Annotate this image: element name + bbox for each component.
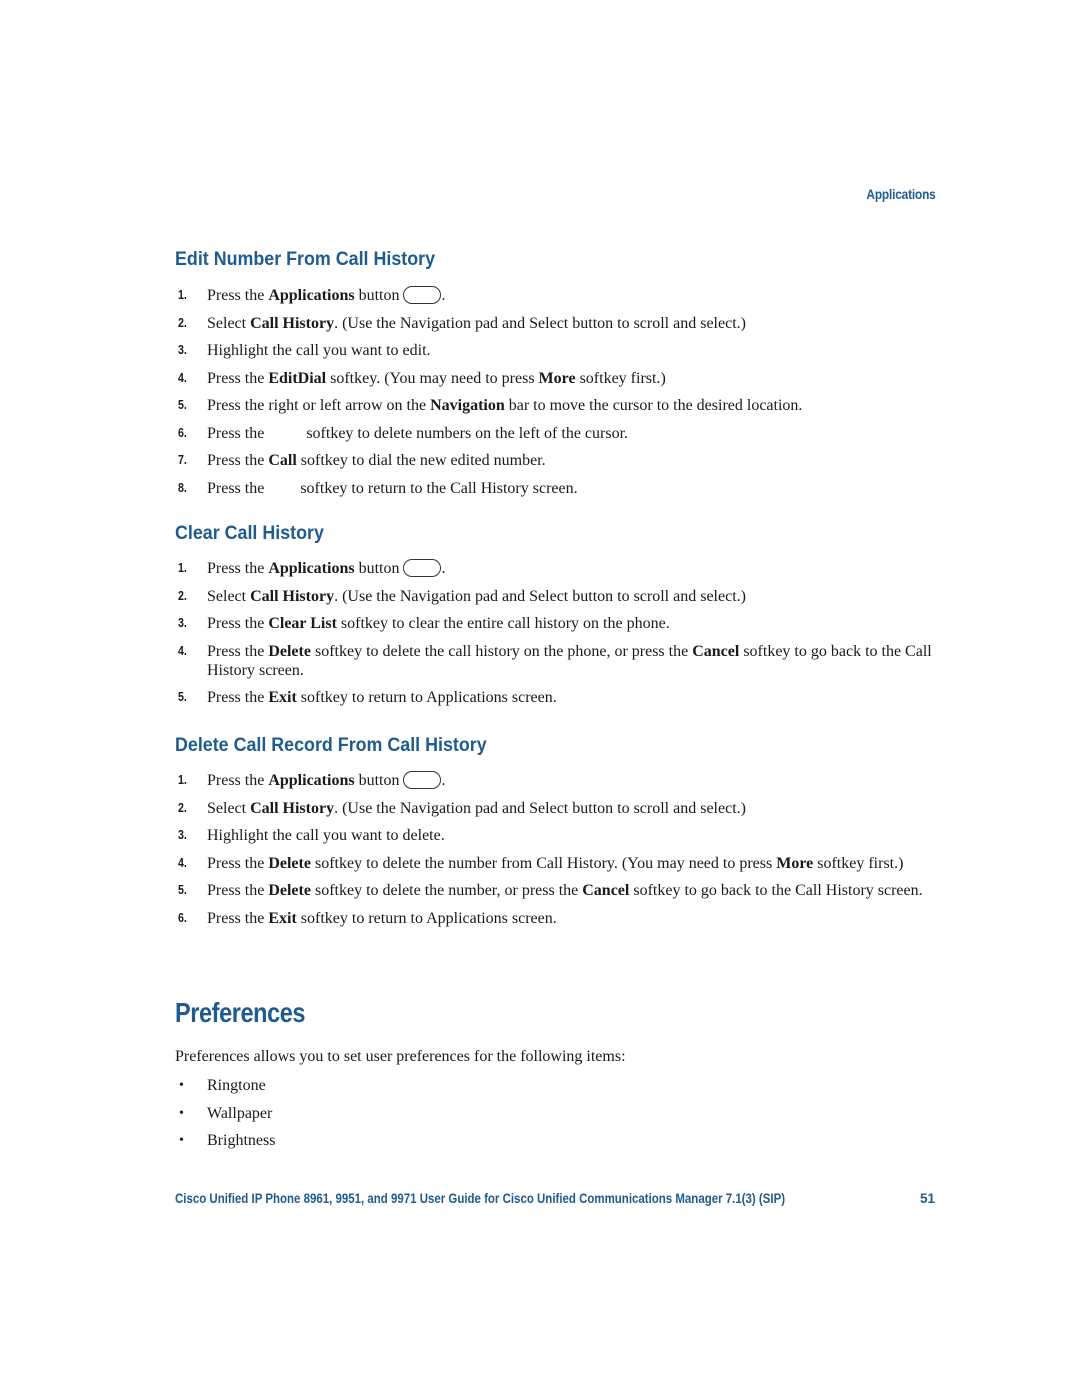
applications-button-icon	[403, 559, 442, 577]
applications-button-icon	[403, 771, 442, 789]
step-item: 6. Press the Exit softkey to return to Ap…	[178, 909, 557, 927]
step-item: 5. Press the Exit softkey to return to Ap…	[178, 689, 557, 706]
steps-list-edit-number: 1. Press the Applications button. 2. Selec…	[175, 286, 945, 506]
bullet-icon: •	[179, 1105, 184, 1121]
list-item: • Brightness	[179, 1132, 276, 1149]
page-footer: Cisco Unified IP Phone 8961, 9951, and 9…	[175, 1191, 937, 1206]
preferences-intro: Preferences allows you to set user prefe…	[175, 1048, 626, 1065]
step-item: 5. Press the Delete softkey to delete the…	[178, 882, 923, 899]
applications-button-icon	[403, 286, 442, 304]
step-item: 1. Press the Applications button.	[178, 771, 446, 789]
step-item: 2. Select Call History. (Use the Navigati…	[178, 587, 746, 605]
step-item: 1. Press the Applications button.	[178, 559, 446, 577]
step-item: 3. Highlight the call you want to delete.	[178, 827, 445, 844]
step-item: 1. Press the Applications button.	[178, 286, 446, 304]
step-item: 8. Press the softkey to return to the Cal…	[178, 479, 578, 497]
footer-title: Cisco Unified IP Phone 8961, 9951, and 9…	[175, 1191, 786, 1206]
step-item: 6. Press the softkey to delete numbers on…	[178, 424, 629, 442]
step-item: 2. Select Call History. (Use the Navigati…	[178, 799, 746, 817]
step-item: 7. Press the Call softkey to dial the new…	[178, 452, 546, 469]
list-item: • Wallpaper	[179, 1104, 273, 1122]
list-item: • Ringtone	[179, 1077, 266, 1094]
section-heading-preferences: Preferences	[175, 997, 306, 1028]
steps-list-clear-call-history: 1. Press the Applications button. 2. Selec…	[175, 559, 945, 716]
bullet-icon: •	[179, 1078, 184, 1093]
step-item: 4. Press the EditDial softkey. (You may n…	[178, 369, 666, 387]
section-heading-clear-call-history: Clear Call History	[175, 523, 324, 544]
step-item: 4. Press the Delete softkey to delete the…	[178, 642, 932, 679]
preferences-items-list: • Ringtone • Wallpaper • Brightness	[175, 1076, 275, 1159]
step-item: 5. Press the right or left arrow on the N…	[178, 397, 803, 414]
step-item: 4. Press the Delete softkey to delete the…	[178, 854, 904, 872]
step-item: 2. Select Call History. (Use the Navigati…	[178, 314, 746, 332]
step-item: 3. Highlight the call you want to edit.	[178, 342, 431, 359]
steps-list-delete-call-record: 1. Press the Applications button. 2. Selec…	[175, 771, 945, 936]
section-heading-edit-number: Edit Number From Call History	[175, 249, 436, 270]
bullet-icon: •	[179, 1133, 184, 1148]
page-number: 51	[919, 1191, 935, 1206]
section-heading-delete-call-record: Delete Call Record From Call History	[175, 735, 487, 756]
running-head: Applications	[866, 187, 936, 202]
step-item: 3. Press the Clear List softkey to clear …	[178, 615, 670, 632]
document-page: Applications Edit Number From Call Histo…	[0, 0, 1080, 1397]
